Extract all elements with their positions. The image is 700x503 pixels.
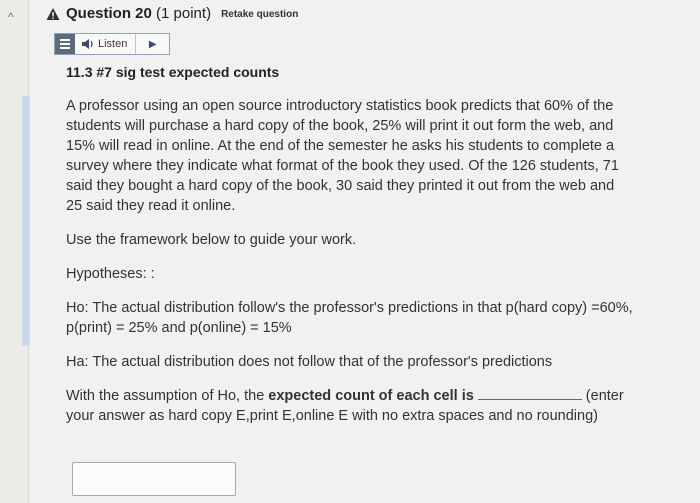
listen-toolbar: Listen ▶ [54,33,170,55]
retake-question-link[interactable]: Retake question [221,9,298,20]
question-label: Question 20 [66,5,152,22]
left-rail: ^ [0,0,30,503]
play-button[interactable]: ▶ [136,39,169,50]
collapse-caret-icon[interactable]: ^ [8,10,14,24]
question-points: (1 point) [156,5,212,22]
prompt-bold: expected count of each cell is [268,388,474,404]
rail-scroll-indicator[interactable] [22,96,30,346]
answer-prompt: With the assumption of Ho, the expected … [66,386,634,426]
alternative-hypothesis: Ha: The actual distribution does not fol… [66,354,553,370]
speaker-icon [82,39,93,49]
answer-blank [477,387,582,400]
menu-icon[interactable] [55,34,75,54]
null-hypothesis: Ho: The actual distribution follow's the… [66,300,633,336]
hypotheses-label: Hypotheses: : [66,266,155,282]
prompt-before: With the assumption of Ho, the [66,388,265,404]
question-title: Question 20 (1 point) [66,5,211,22]
play-icon: ▶ [148,38,157,50]
listen-label: Listen [98,38,128,50]
question-content: 11.3 #7 sig test expected counts A profe… [66,62,634,440]
question-subtitle: 11.3 #7 sig test expected counts [66,64,280,80]
question-paragraph: A professor using an open source introdu… [66,98,619,214]
answer-input[interactable] [72,462,236,496]
framework-instruction: Use the framework below to guide your wo… [66,232,357,248]
warning-triangle-icon [46,7,60,20]
question-header: Question 20 (1 point) Retake question [46,5,298,22]
listen-button[interactable]: Listen [75,34,137,54]
